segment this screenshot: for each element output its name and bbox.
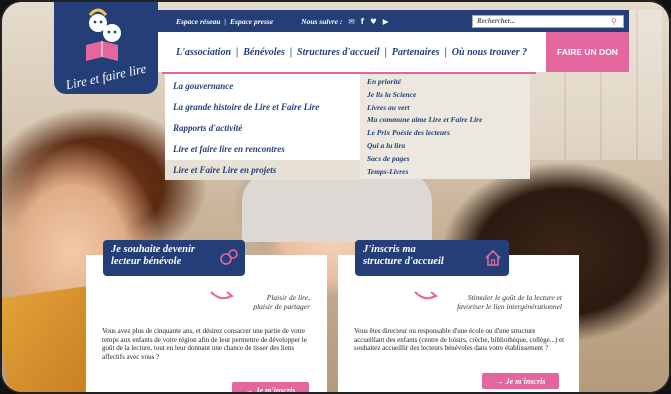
search-placeholder: Rechercher... [477, 17, 516, 25]
mail-icon[interactable]: ✉ [348, 17, 354, 26]
facebook-icon[interactable]: f [361, 17, 364, 26]
card-structure-body: Vous êtes directeur ou responsable d'une… [354, 327, 565, 353]
submenu-item[interactable]: Je lis la Science [367, 89, 530, 102]
dropdown-submenu: En priorité Je lis la Science Livres au … [360, 74, 530, 179]
dropdown-item[interactable]: Rapports d'activité [173, 122, 360, 143]
twitter-icon[interactable]: ♥ [370, 17, 377, 26]
logo-icon: Lire et faire lire [63, 8, 148, 91]
search-input[interactable]: Rechercher... ⚲ [472, 14, 624, 28]
card-structure-tagline: Stimuler le goût de la lecture et favori… [457, 293, 562, 311]
nav-item-association[interactable]: L'association [176, 47, 231, 58]
main-navigation: L'association | Bénévoles | Structures d'a… [158, 32, 546, 72]
dropdown-item[interactable]: La gouvernance [173, 80, 360, 101]
dropdown-menu-main: La gouvernance La grande histoire de Lir… [165, 74, 360, 180]
card-structure-title[interactable]: J'inscris ma structure d'accueil [355, 240, 509, 276]
submenu-item[interactable]: Sacs de pages [367, 153, 530, 166]
search-icon[interactable]: ⚲ [611, 17, 623, 26]
submenu-item[interactable]: Livres au vert [367, 102, 530, 115]
card-volunteer-body: Vous avez plus de cinquante ans, et dési… [102, 327, 307, 361]
link-espace-presse[interactable]: Espace presse [230, 17, 273, 26]
home-icon [485, 249, 501, 266]
donate-button[interactable]: FAIRE UN DON [546, 32, 629, 72]
youtube-icon[interactable]: ▶ [383, 17, 389, 26]
site-logo[interactable]: Lire et faire lire [54, 2, 158, 94]
card-volunteer-tagline: Plaisir de lire, plaisir de partager [253, 293, 310, 311]
submenu-item[interactable]: Qui a lu lira [367, 140, 530, 153]
nav-item-structures[interactable]: Structures d'accueil [297, 47, 380, 58]
submenu-item[interactable]: Temps-Livres [367, 166, 530, 179]
dropdown-item[interactable]: La grande histoire de Lire et Faire Lire [173, 101, 360, 122]
card-title-line: J'inscris ma [363, 244, 416, 255]
structure-signup-button[interactable]: → Je m'inscris [482, 373, 559, 389]
link-espace-reseau[interactable]: Espace réseau [176, 17, 220, 26]
nav-item-trouver[interactable]: Où nous trouver ? [452, 47, 527, 58]
follow-label: Nous suivre : [301, 16, 343, 26]
submenu-item[interactable]: Le Prix Poésie des lecteurs [367, 127, 530, 140]
submenu-item[interactable]: En priorité [367, 76, 530, 89]
nav-item-partenaires[interactable]: Partenaires [392, 47, 440, 58]
svg-text:Lire et faire lire: Lire et faire lire [63, 61, 147, 91]
card-title-line: structure d'accueil [363, 256, 444, 267]
card-volunteer-title[interactable]: Je souhaite devenir lecteur bénévole [103, 240, 245, 276]
volunteer-signup-button[interactable]: → Je m'inscris [232, 382, 309, 392]
browser-frame: Lire et faire lire Espace réseau | Espace … [0, 0, 671, 394]
dropdown-item-active[interactable]: Lire et Faire Lire en projets [165, 160, 360, 180]
people-icon [220, 249, 238, 265]
nav-item-benevoles[interactable]: Bénévoles [243, 47, 285, 58]
submenu-item[interactable]: Ma commune aime Lire et Faire Lire [367, 114, 530, 127]
top-utility-bar: Espace réseau | Espace presse Nous suivre … [158, 10, 629, 32]
